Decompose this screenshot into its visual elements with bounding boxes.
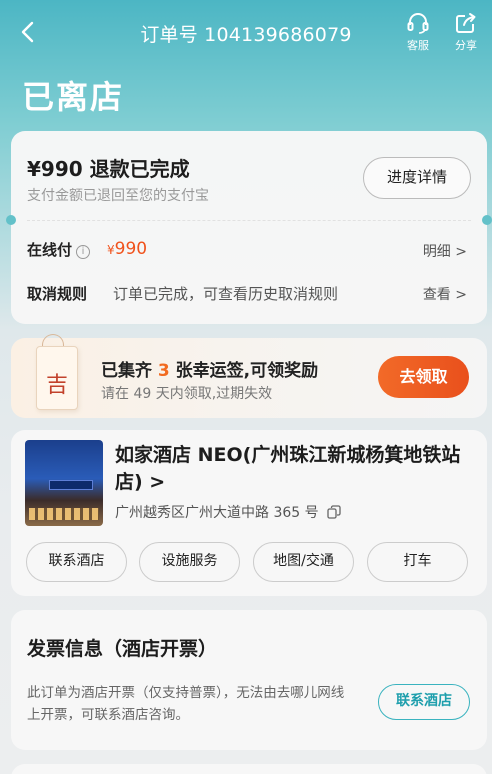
view-cancel-rule-link[interactable]: 查看 > — [423, 284, 467, 304]
hotel-sign — [49, 480, 93, 490]
online-pay-row: 在线付 i — [27, 239, 91, 260]
price-detail-link[interactable]: 明细 > — [423, 241, 467, 261]
taxi-button[interactable]: 打车 — [367, 542, 468, 582]
lucky-count: 3 — [157, 361, 170, 381]
invoice-card: 发票信息（酒店开票） 此订单为酒店开票（仅支持普票），无法由去哪儿网线上开票，可… — [11, 610, 487, 750]
refund-subtitle: 支付金额已退回至您的支付宝 — [27, 188, 209, 204]
hotel-card: 如家酒店 NEO(广州珠江新城杨箕地铁站店) > 广州越秀区广州大道中路 365… — [11, 430, 487, 596]
customer-service-label: 客服 — [407, 39, 429, 52]
online-pay-label: 在线付 — [27, 241, 73, 259]
currency-symbol: ¥ — [107, 243, 115, 257]
map-transport-button[interactable]: 地图/交通 — [253, 542, 354, 582]
invoice-title: 发票信息（酒店开票） — [27, 638, 218, 660]
contact-hotel-button[interactable]: 联系酒店 — [26, 542, 127, 582]
invoice-description: 此订单为酒店开票（仅支持普票），无法由去哪儿网线上开票，可联系酒店咨询。 — [27, 685, 345, 723]
headset-icon — [407, 13, 429, 34]
hotel-name[interactable]: 如家酒店 NEO(广州珠江新城杨箕地铁站店) > — [115, 442, 475, 496]
invoice-contact-hotel-button[interactable]: 联系酒店 — [378, 684, 470, 720]
amount-value: 990 — [114, 239, 148, 259]
lucky-subtitle: 请在 49 天内领取,过期失效 — [101, 386, 273, 402]
lucky-title: 已集齐 3 张幸运签,可领奖励 — [101, 356, 318, 381]
top-bar: 订单号 104139686079 客服 分享 — [0, 0, 492, 66]
lucky-tag-char: 吉 — [45, 373, 68, 398]
dashed-divider — [27, 220, 471, 221]
customer-service-button[interactable]: 客服 — [400, 12, 436, 53]
refund-card: ¥990 退款已完成 支付金额已退回至您的支付宝 进度详情 在线付 i ¥990 … — [6, 131, 492, 324]
next-card-peek — [11, 764, 487, 774]
cancel-rule-text: 订单已完成，可查看历史取消规则 — [113, 285, 339, 303]
lucky-tag-icon: 吉 — [36, 346, 78, 410]
hotel-windows — [29, 508, 99, 520]
card-notch-right — [482, 215, 492, 225]
lucky-title-suffix: 张幸运签,可领奖励 — [169, 361, 319, 381]
lucky-title-prefix: 已集齐 — [101, 361, 158, 381]
hotel-address-text: 广州越秀区广州大道中路 365 号 — [115, 505, 319, 521]
copy-icon[interactable] — [327, 505, 341, 519]
lucky-tag-card: 吉 已集齐 3 张幸运签,可领奖励 请在 49 天内领取,过期失效 去领取 — [11, 334, 487, 418]
share-label: 分享 — [455, 39, 477, 52]
cancel-rule-label: 取消规则 — [27, 285, 88, 303]
hotel-address: 广州越秀区广州大道中路 365 号 — [115, 502, 341, 522]
share-icon — [456, 13, 476, 33]
refund-title: ¥990 退款已完成 — [27, 157, 190, 181]
order-status-title: 已离店 — [22, 78, 125, 116]
info-icon[interactable]: i — [76, 245, 91, 259]
progress-detail-button[interactable]: 进度详情 — [363, 157, 471, 199]
hotel-photo[interactable] — [25, 440, 103, 526]
claim-reward-button[interactable]: 去领取 — [378, 356, 469, 398]
share-button[interactable]: 分享 — [448, 12, 484, 53]
paid-amount: ¥990 — [107, 239, 147, 259]
facilities-button[interactable]: 设施服务 — [139, 542, 240, 582]
card-notch-left — [6, 215, 16, 225]
